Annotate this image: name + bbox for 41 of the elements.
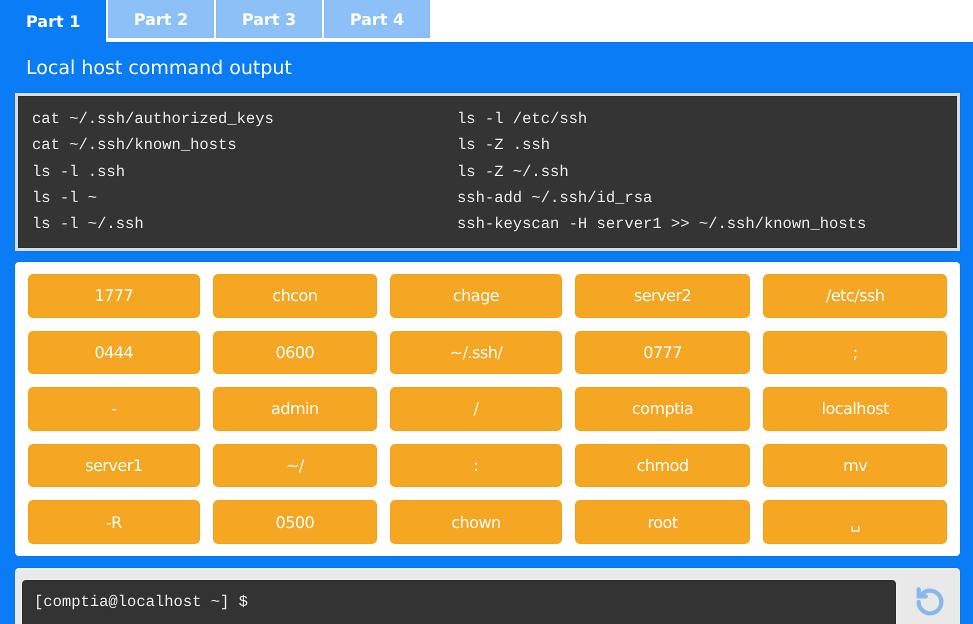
token-button[interactable]: mv [763, 444, 947, 488]
token-button[interactable]: localhost [763, 387, 947, 431]
token-button[interactable]: ~/ [212, 444, 378, 488]
token-button[interactable]: server2 [574, 274, 750, 318]
token-button[interactable]: ; [763, 330, 947, 374]
token-button[interactable]: server1 [28, 444, 200, 488]
part-tab[interactable]: Part 1 [0, 0, 106, 42]
token-button[interactable]: chcon [212, 274, 378, 318]
command-line: ssh-keyscan -H server1 >> ~/.ssh/known_hosts [457, 214, 868, 236]
command-line: ls -Z ~/.ssh [457, 162, 570, 183]
command-line: ls -Z .ssh [457, 135, 552, 156]
token-button[interactable]: 0777 [574, 330, 750, 374]
token-button[interactable]: / [390, 387, 562, 431]
token-button[interactable]: : [390, 444, 562, 488]
token-button[interactable]: 1777 [28, 274, 200, 318]
token-button[interactable]: 0600 [212, 330, 378, 374]
token-button[interactable]: root [574, 500, 750, 544]
command-line: ls -l /etc/ssh [457, 109, 588, 130]
token-button[interactable]: 0444 [28, 330, 200, 374]
section-title: Local host command output [25, 56, 293, 80]
terminal-input[interactable]: [comptia@localhost ~] $ [22, 580, 896, 624]
part-tab[interactable]: Part 4 [324, 0, 430, 38]
token-button[interactable]: - [28, 387, 200, 431]
command-line: ls -l ~/.ssh [32, 214, 145, 236]
token-button[interactable]: chmod [574, 444, 750, 488]
command-line: cat ~/.ssh/authorized_keys [32, 109, 275, 130]
token-button[interactable]: 0500 [212, 500, 378, 544]
token-button[interactable]: ␣ [763, 500, 947, 544]
command-line: ls -l ~ [32, 188, 98, 209]
command-line: ssh-add ~/.ssh/id_rsa [457, 188, 654, 209]
token-button[interactable]: chage [390, 274, 562, 318]
part-tab[interactable]: Part 3 [216, 0, 322, 38]
token-button[interactable]: chown [390, 500, 562, 544]
part-tab[interactable]: Part 2 [108, 0, 214, 38]
token-button[interactable]: ~/.ssh/ [390, 330, 562, 374]
command-line: cat ~/.ssh/known_hosts [32, 135, 238, 156]
token-button[interactable]: admin [212, 387, 378, 431]
token-button[interactable]: comptia [574, 387, 750, 431]
token-button[interactable]: -R [28, 500, 200, 544]
token-button[interactable]: /etc/ssh [763, 274, 947, 318]
command-line: ls -l .ssh [32, 162, 126, 183]
